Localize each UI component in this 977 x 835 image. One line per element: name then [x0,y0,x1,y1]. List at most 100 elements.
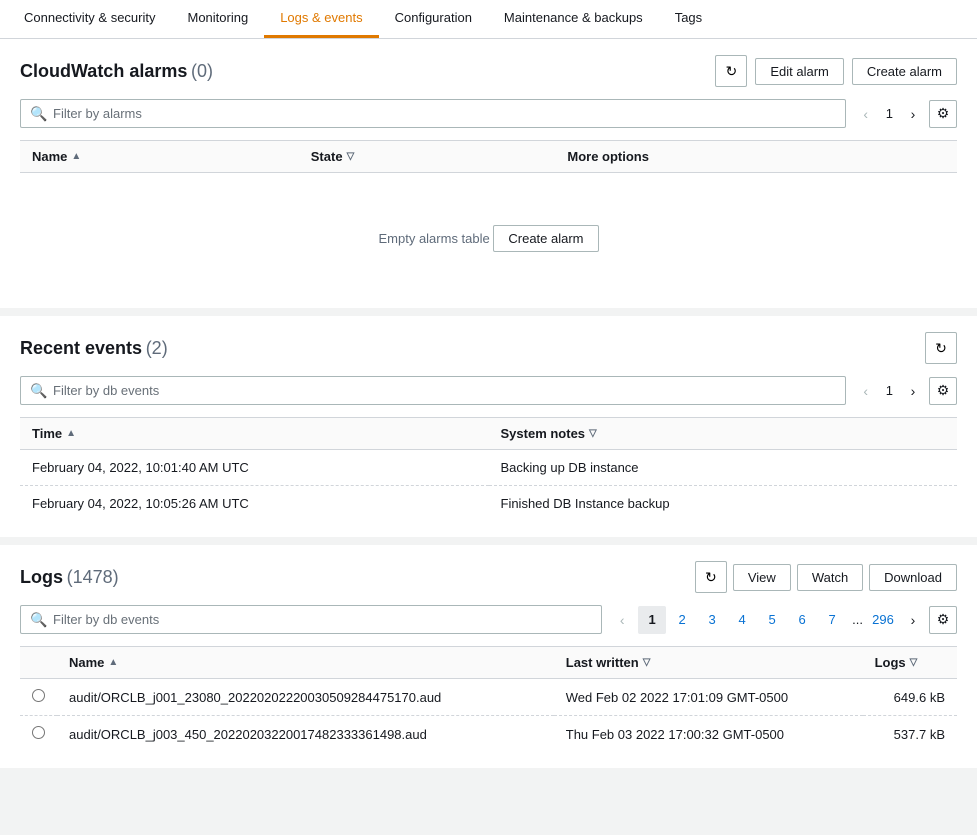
alarms-pagination: ‹ 1 › ⚙ [854,100,957,128]
events-count: (2) [146,338,168,358]
table-row: audit/ORCLB_j001_23080_20220202220030509… [20,679,957,716]
log-radio-1[interactable] [20,679,57,716]
log-name-1: audit/ORCLB_j001_23080_20220202220030509… [57,679,554,716]
alarms-prev-page[interactable]: ‹ [854,102,878,126]
log-written-1: Wed Feb 02 2022 17:01:09 GMT-0500 [554,679,863,716]
logs-prev-page[interactable]: ‹ [610,608,634,632]
logs-page-7[interactable]: 7 [818,606,846,634]
logs-header: Logs (1478) ↻ View Watch Download [20,561,957,593]
edit-alarm-button[interactable]: Edit alarm [755,58,844,85]
logs-logs-sort-icon: ▽ [910,657,918,668]
alarms-table: Name ▲ State ▽ More options [20,140,957,292]
logs-download-button[interactable]: Download [869,564,957,591]
logs-ellipsis: ... [848,612,867,627]
tab-configuration[interactable]: Configuration [379,0,488,38]
alarms-refresh-button[interactable]: ↻ [715,55,747,87]
logs-name-sort-icon: ▲ [108,657,118,668]
alarms-search-row: 🔍 ‹ 1 › ⚙ [20,99,957,128]
alarms-search-input[interactable] [20,99,846,128]
table-row: audit/ORCLB_j003_450_2022020322001748233… [20,716,957,753]
logs-table: Name ▲ Last written ▽ Logs ▽ [20,646,957,752]
alarms-search-icon: 🔍 [30,105,47,122]
events-col-time[interactable]: Time ▲ [20,418,489,450]
logs-page-1[interactable]: 1 [638,606,666,634]
log-radio-input-2[interactable] [32,726,45,739]
events-title: Recent events [20,338,142,358]
logs-col-name[interactable]: Name ▲ [57,647,554,679]
create-alarm-button[interactable]: Create alarm [852,58,957,85]
events-settings-button[interactable]: ⚙ [929,377,957,405]
table-row: February 04, 2022, 10:01:40 AM UTC Backi… [20,450,957,486]
alarms-next-page[interactable]: › [901,102,925,126]
logs-count: (1478) [67,567,119,587]
events-refresh-button[interactable]: ↻ [925,332,957,364]
alarms-table-body: Empty alarms table Create alarm [20,173,957,293]
alarms-empty-state: Empty alarms table Create alarm [32,183,945,282]
events-page-num: 1 [882,383,897,398]
tab-connectivity[interactable]: Connectivity & security [8,0,172,38]
tab-logs-events[interactable]: Logs & events [264,0,378,38]
alarms-col-state[interactable]: State ▽ [299,141,556,173]
logs-settings-button[interactable]: ⚙ [929,606,957,634]
logs-written-sort-icon: ▽ [643,657,651,668]
alarms-empty-create-button[interactable]: Create alarm [493,225,598,252]
events-prev-page[interactable]: ‹ [854,379,878,403]
logs-watch-button[interactable]: Watch [797,564,863,591]
logs-page-last[interactable]: 296 [869,606,897,634]
logs-page-6[interactable]: 6 [788,606,816,634]
log-radio-2[interactable] [20,716,57,753]
events-search-row: 🔍 ‹ 1 › ⚙ [20,376,957,405]
log-written-2: Thu Feb 03 2022 17:00:32 GMT-0500 [554,716,863,753]
events-col-notes[interactable]: System notes ▽ [489,418,958,450]
logs-refresh-button[interactable]: ↻ [695,561,727,593]
tab-tags[interactable]: Tags [659,0,718,38]
log-name-2: audit/ORCLB_j003_450_2022020322001748233… [57,716,554,753]
event-time-1: February 04, 2022, 10:01:40 AM UTC [20,450,489,486]
logs-section: Logs (1478) ↻ View Watch Download 🔍 ‹ 1 … [0,545,977,768]
events-search-input[interactable] [20,376,846,405]
logs-page-numbers: 1 2 3 4 5 6 7 ... 296 [638,606,897,634]
logs-pagination: ‹ 1 2 3 4 5 6 7 ... 296 › ⚙ [610,606,957,634]
tab-monitoring[interactable]: Monitoring [172,0,265,38]
logs-title: Logs [20,567,63,587]
log-size-2: 537.7 kB [863,716,957,753]
alarms-settings-button[interactable]: ⚙ [929,100,957,128]
tab-maintenance[interactable]: Maintenance & backups [488,0,659,38]
logs-page-3[interactable]: 3 [698,606,726,634]
log-size-1: 649.6 kB [863,679,957,716]
log-radio-input-1[interactable] [32,689,45,702]
logs-title-group: Logs (1478) [20,567,119,588]
alarms-title: CloudWatch alarms [20,61,187,81]
events-table: Time ▲ System notes ▽ February 04, 2022,… [20,417,957,521]
state-sort-icon: ▽ [347,151,355,162]
logs-next-page[interactable]: › [901,608,925,632]
events-table-body: February 04, 2022, 10:01:40 AM UTC Backi… [20,450,957,522]
logs-table-body: audit/ORCLB_j001_23080_20220202220030509… [20,679,957,753]
event-note-1: Backing up DB instance [489,450,958,486]
name-sort-icon: ▲ [71,151,81,162]
events-title-group: Recent events (2) [20,338,168,359]
alarms-col-name[interactable]: Name ▲ [20,141,299,173]
alarms-count: (0) [191,61,213,81]
events-search-wrapper: 🔍 [20,376,846,405]
logs-col-logs[interactable]: Logs ▽ [863,647,957,679]
alarms-title-group: CloudWatch alarms (0) [20,61,213,82]
logs-view-button[interactable]: View [733,564,791,591]
logs-page-5[interactable]: 5 [758,606,786,634]
logs-search-input[interactable] [20,605,602,634]
alarms-actions: ↻ Edit alarm Create alarm [715,55,957,87]
logs-page-2[interactable]: 2 [668,606,696,634]
events-pagination: ‹ 1 › ⚙ [854,377,957,405]
alarms-page-num: 1 [882,106,897,121]
logs-search-icon: 🔍 [30,611,47,628]
events-next-page[interactable]: › [901,379,925,403]
logs-actions: ↻ View Watch Download [695,561,957,593]
events-search-icon: 🔍 [30,382,47,399]
events-header: Recent events (2) ↻ [20,332,957,364]
logs-page-4[interactable]: 4 [728,606,756,634]
table-row: February 04, 2022, 10:05:26 AM UTC Finis… [20,486,957,522]
alarms-col-more[interactable]: More options [555,141,957,173]
recent-events-section: Recent events (2) ↻ 🔍 ‹ 1 › ⚙ [0,316,977,545]
logs-col-written[interactable]: Last written ▽ [554,647,863,679]
event-note-2: Finished DB Instance backup [489,486,958,522]
